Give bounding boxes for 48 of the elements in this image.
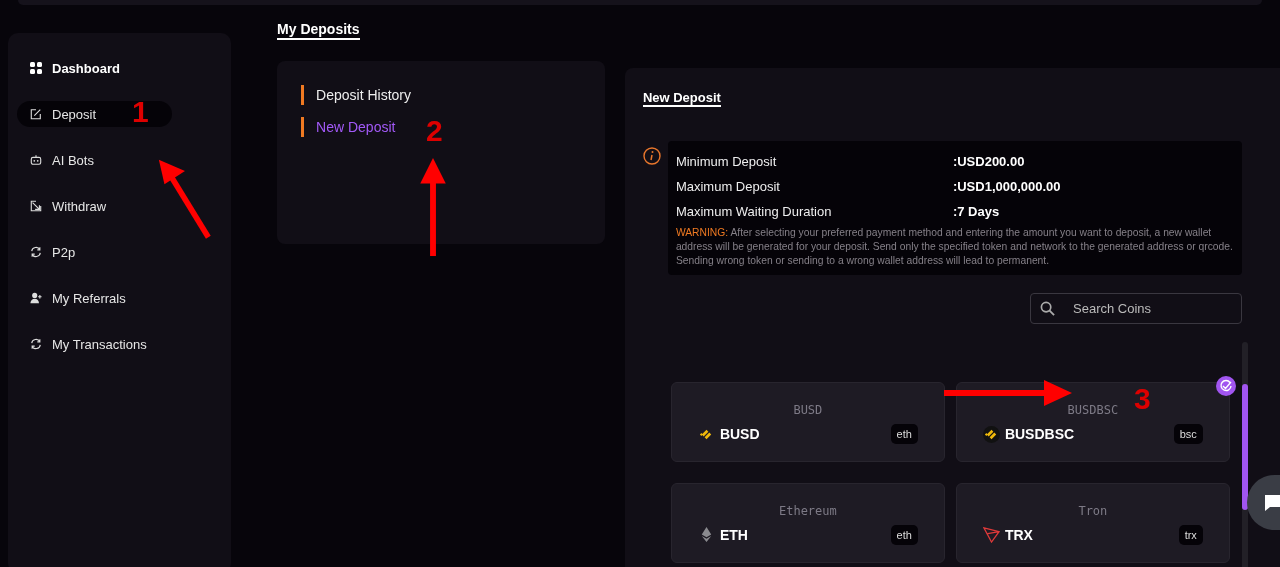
panel-title: New Deposit (642, 90, 721, 107)
info-value: :7 Days (952, 204, 1000, 219)
chat-icon (1263, 492, 1280, 513)
coin-symbol: ETH (719, 526, 749, 543)
info-label: Maximum Deposit (675, 179, 781, 194)
coin-name: BUSDBSC (1067, 403, 1119, 417)
coin-symbol: BUSDBSC (1004, 426, 1076, 442)
annotation-number: 2 (426, 116, 443, 146)
search-field[interactable]: Search Coins (1030, 293, 1242, 324)
refresh-icon (30, 246, 42, 258)
info-label: Minimum Deposit (675, 154, 778, 169)
sidebar-item[interactable]: My Referrals (17, 285, 134, 311)
coin-name: Ethereum (778, 503, 837, 518)
network-tag: trx (1178, 524, 1203, 545)
scrollbar[interactable] (1241, 342, 1248, 567)
coin-card[interactable]: Tron TRX trx (955, 482, 1230, 563)
sidebar-item[interactable]: AI Bots (17, 147, 102, 173)
search-icon (1040, 301, 1055, 316)
warning-text: WARNING: After selecting your preferred payment method and entering the amount you want to deposit, a new wallet address will be generated for your deposit. Send only the specified token and network to the generated address or qrcode. Sending wrong token or sending to a wrong wallet address will lead to permanent. (675, 226, 1234, 268)
edit-icon (30, 108, 42, 120)
info-value: :USD200.00 (952, 154, 1025, 169)
network-tag: bsc (1173, 424, 1203, 444)
coin-name: Tron (1078, 503, 1108, 518)
coin-symbol: TRX (1004, 526, 1034, 543)
refresh-icon (30, 338, 42, 350)
withdraw-icon (30, 200, 42, 212)
triangle-icon (982, 526, 1000, 543)
info-label: Maximum Waiting Duration (675, 204, 833, 219)
network-tag: eth (890, 524, 918, 545)
coin-card[interactable]: BUSD BUSD eth (670, 382, 945, 462)
sidebar-item[interactable]: My Transactions (17, 331, 155, 357)
sidebar-item[interactable]: Dashboard (17, 55, 128, 81)
coin-symbol: BUSD (719, 426, 761, 442)
network-tag: eth (890, 424, 918, 444)
robot-icon (30, 154, 42, 166)
info-icon (642, 147, 661, 165)
page-title: My Deposits (277, 21, 360, 40)
coin-name: BUSD (793, 403, 823, 417)
grid-icon (30, 62, 42, 74)
menu-item[interactable]: New Deposit (301, 117, 396, 137)
menu-item[interactable]: Deposit History (301, 85, 411, 105)
coin-stripes-icon (982, 425, 1000, 443)
add-user-icon (30, 292, 42, 304)
sidebar-item[interactable]: P2p (17, 239, 84, 265)
coin-card[interactable]: Ethereum ETH eth (670, 482, 945, 563)
sidebar-item[interactable]: Withdraw (17, 193, 115, 219)
info-value: :USD1,000,000.00 (952, 179, 1061, 194)
annotation-number: 3 (1134, 384, 1151, 414)
